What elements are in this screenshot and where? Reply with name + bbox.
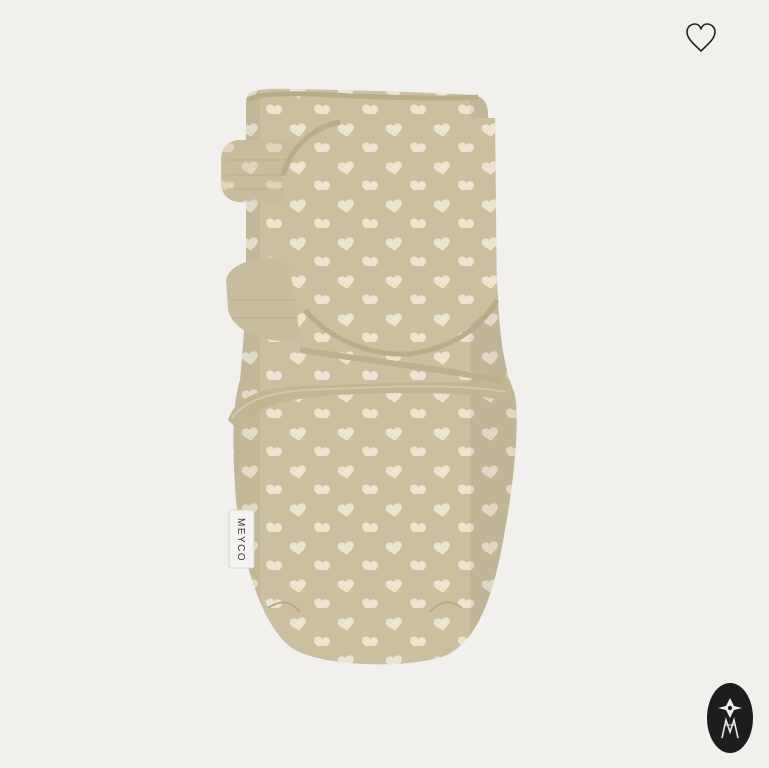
velcro-tab-lower (226, 257, 300, 341)
brand-logo-icon (718, 698, 742, 739)
brand-badge-button[interactable] (707, 683, 753, 753)
wishlist-button[interactable] (680, 18, 722, 58)
swaddle-product-image: MEYCO (221, 88, 517, 665)
brand-label-text: MEYCO (235, 518, 246, 562)
brand-label-tag: MEYCO (228, 509, 255, 569)
product-image-viewer: MEYCO (0, 0, 769, 768)
heart-outline-icon (686, 23, 716, 52)
